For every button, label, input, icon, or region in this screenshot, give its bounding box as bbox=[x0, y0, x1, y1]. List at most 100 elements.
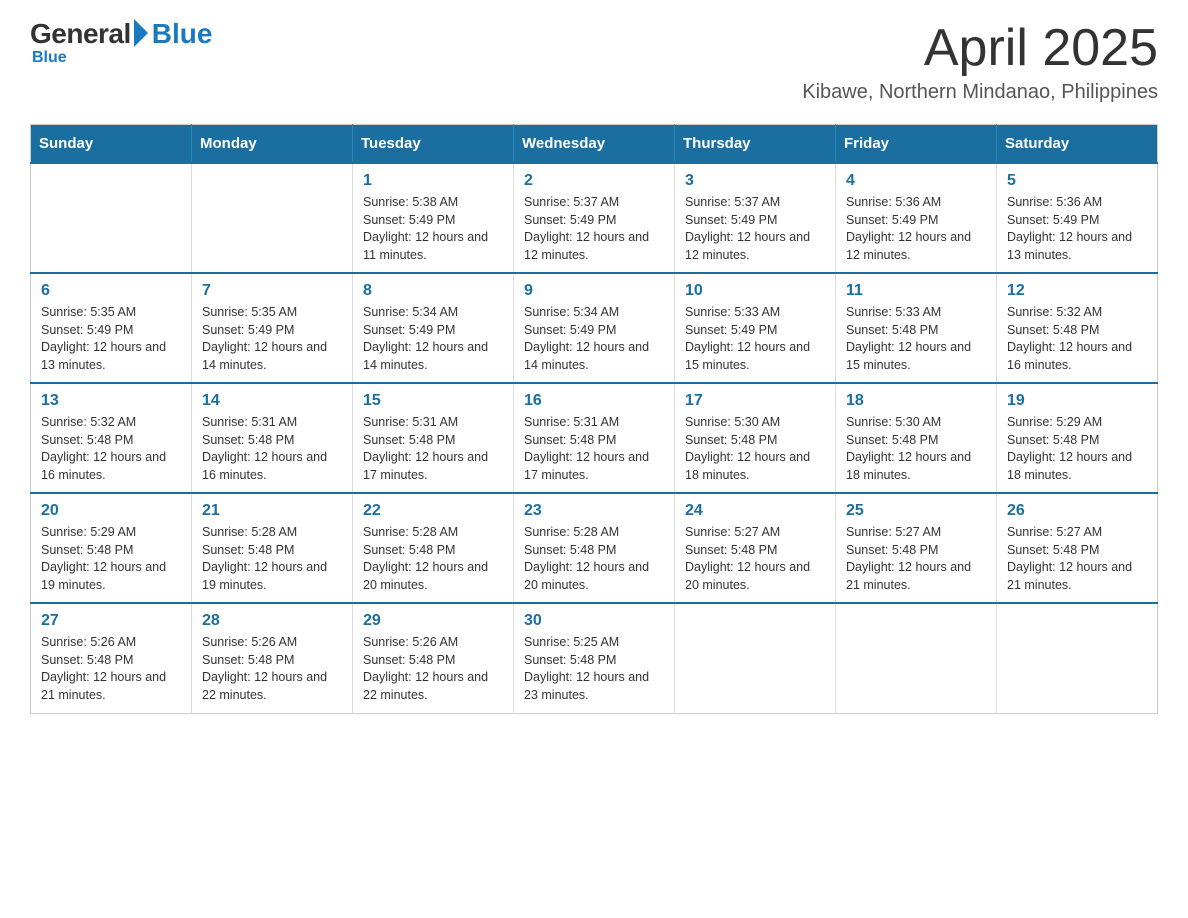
calendar-cell: 24Sunrise: 5:27 AMSunset: 5:48 PMDayligh… bbox=[675, 493, 836, 603]
day-number: 25 bbox=[846, 502, 986, 520]
calendar-header-tuesday: Tuesday bbox=[353, 125, 514, 164]
day-info: Sunrise: 5:38 AMSunset: 5:49 PMDaylight:… bbox=[363, 194, 503, 264]
calendar-cell: 22Sunrise: 5:28 AMSunset: 5:48 PMDayligh… bbox=[353, 493, 514, 603]
day-number: 8 bbox=[363, 282, 503, 300]
calendar-cell: 28Sunrise: 5:26 AMSunset: 5:48 PMDayligh… bbox=[192, 603, 353, 713]
calendar-header-monday: Monday bbox=[192, 125, 353, 164]
day-info: Sunrise: 5:32 AMSunset: 5:48 PMDaylight:… bbox=[1007, 304, 1147, 374]
calendar-cell: 8Sunrise: 5:34 AMSunset: 5:49 PMDaylight… bbox=[353, 273, 514, 383]
day-number: 7 bbox=[202, 282, 342, 300]
calendar-header-thursday: Thursday bbox=[675, 125, 836, 164]
day-info: Sunrise: 5:26 AMSunset: 5:48 PMDaylight:… bbox=[202, 634, 342, 704]
day-info: Sunrise: 5:30 AMSunset: 5:48 PMDaylight:… bbox=[846, 414, 986, 484]
calendar-cell bbox=[31, 163, 192, 273]
day-number: 1 bbox=[363, 172, 503, 190]
day-info: Sunrise: 5:26 AMSunset: 5:48 PMDaylight:… bbox=[363, 634, 503, 704]
day-number: 26 bbox=[1007, 502, 1147, 520]
calendar-cell: 4 Sunrise: 5:36 AMSunset: 5:49 PMDaylight… bbox=[836, 163, 997, 273]
calendar-cell: 16Sunrise: 5:31 AMSunset: 5:48 PMDayligh… bbox=[514, 383, 675, 493]
day-info: Sunrise: 5:27 AMSunset: 5:48 PMDaylight:… bbox=[1007, 524, 1147, 594]
calendar-cell: 25 Sunrise: 5:27 AMSunset: 5:48 PMDayligh… bbox=[836, 493, 997, 603]
day-info: Sunrise: 5:37 AMSunset: 5:49 PMDaylight:… bbox=[524, 194, 664, 264]
day-info: Sunrise: 5:30 AMSunset: 5:48 PMDaylight:… bbox=[685, 414, 825, 484]
day-number: 13 bbox=[41, 392, 181, 410]
day-info: Sunrise: 5:32 AMSunset: 5:48 PMDaylight:… bbox=[41, 414, 181, 484]
day-number: 12 bbox=[1007, 282, 1147, 300]
day-number: 30 bbox=[524, 612, 664, 630]
calendar-cell: 17Sunrise: 5:30 AMSunset: 5:48 PMDayligh… bbox=[675, 383, 836, 493]
calendar-cell: 13 Sunrise: 5:32 AMSunset: 5:48 PMDayligh… bbox=[31, 383, 192, 493]
day-info: Sunrise: 5:27 AMSunset: 5:48 PMDaylight:… bbox=[685, 524, 825, 594]
day-info: Sunrise: 5:31 AMSunset: 5:48 PMDaylight:… bbox=[202, 414, 342, 484]
calendar-cell: 29 Sunrise: 5:26 AMSunset: 5:48 PMDayligh… bbox=[353, 603, 514, 713]
calendar-cell: 23 Sunrise: 5:28 AMSunset: 5:48 PMDayligh… bbox=[514, 493, 675, 603]
day-info: Sunrise: 5:33 AMSunset: 5:49 PMDaylight:… bbox=[685, 304, 825, 374]
day-info: Sunrise: 5:28 AMSunset: 5:48 PMDaylight:… bbox=[524, 524, 664, 594]
logo-general-text: General bbox=[30, 20, 131, 48]
day-number: 10 bbox=[685, 282, 825, 300]
calendar-table: SundayMondayTuesdayWednesdayThursdayFrid… bbox=[30, 124, 1158, 714]
calendar-cell: 14 Sunrise: 5:31 AMSunset: 5:48 PMDayligh… bbox=[192, 383, 353, 493]
calendar-cell bbox=[192, 163, 353, 273]
day-info: Sunrise: 5:35 AMSunset: 5:49 PMDaylight:… bbox=[202, 304, 342, 374]
calendar-cell: 30 Sunrise: 5:25 AMSunset: 5:48 PMDayligh… bbox=[514, 603, 675, 713]
day-info: Sunrise: 5:33 AMSunset: 5:48 PMDaylight:… bbox=[846, 304, 986, 374]
calendar-cell bbox=[836, 603, 997, 713]
calendar-cell: 11Sunrise: 5:33 AMSunset: 5:48 PMDayligh… bbox=[836, 273, 997, 383]
calendar-week-row: 6 Sunrise: 5:35 AMSunset: 5:49 PMDaylight… bbox=[31, 273, 1158, 383]
day-number: 9 bbox=[524, 282, 664, 300]
calendar-week-row: 13 Sunrise: 5:32 AMSunset: 5:48 PMDayligh… bbox=[31, 383, 1158, 493]
calendar-cell: 7 Sunrise: 5:35 AMSunset: 5:49 PMDaylight… bbox=[192, 273, 353, 383]
page-header: General Blue Blue April 2025 Kibawe, Nor… bbox=[30, 20, 1158, 104]
calendar-cell: 19 Sunrise: 5:29 AMSunset: 5:48 PMDayligh… bbox=[997, 383, 1158, 493]
calendar-cell: 12 Sunrise: 5:32 AMSunset: 5:48 PMDayligh… bbox=[997, 273, 1158, 383]
day-number: 14 bbox=[202, 392, 342, 410]
calendar-cell: 10 Sunrise: 5:33 AMSunset: 5:49 PMDayligh… bbox=[675, 273, 836, 383]
main-title: April 2025 bbox=[802, 20, 1158, 77]
day-info: Sunrise: 5:26 AMSunset: 5:48 PMDaylight:… bbox=[41, 634, 181, 704]
calendar-cell bbox=[997, 603, 1158, 713]
day-info: Sunrise: 5:28 AMSunset: 5:48 PMDaylight:… bbox=[202, 524, 342, 594]
day-number: 22 bbox=[363, 502, 503, 520]
day-info: Sunrise: 5:36 AMSunset: 5:49 PMDaylight:… bbox=[846, 194, 986, 264]
day-number: 29 bbox=[363, 612, 503, 630]
calendar-cell: 20 Sunrise: 5:29 AMSunset: 5:48 PMDayligh… bbox=[31, 493, 192, 603]
day-info: Sunrise: 5:25 AMSunset: 5:48 PMDaylight:… bbox=[524, 634, 664, 704]
calendar-header-sunday: Sunday bbox=[31, 125, 192, 164]
day-info: Sunrise: 5:29 AMSunset: 5:48 PMDaylight:… bbox=[41, 524, 181, 594]
calendar-week-row: 20 Sunrise: 5:29 AMSunset: 5:48 PMDayligh… bbox=[31, 493, 1158, 603]
calendar-cell: 27 Sunrise: 5:26 AMSunset: 5:48 PMDayligh… bbox=[31, 603, 192, 713]
calendar-cell: 21 Sunrise: 5:28 AMSunset: 5:48 PMDayligh… bbox=[192, 493, 353, 603]
day-number: 6 bbox=[41, 282, 181, 300]
day-number: 27 bbox=[41, 612, 181, 630]
day-number: 21 bbox=[202, 502, 342, 520]
day-number: 4 bbox=[846, 172, 986, 190]
calendar-cell: 5 Sunrise: 5:36 AMSunset: 5:49 PMDaylight… bbox=[997, 163, 1158, 273]
logo-underline: Blue bbox=[30, 50, 212, 66]
day-number: 3 bbox=[685, 172, 825, 190]
calendar-cell bbox=[675, 603, 836, 713]
calendar-cell: 6 Sunrise: 5:35 AMSunset: 5:49 PMDaylight… bbox=[31, 273, 192, 383]
calendar-cell: 2 Sunrise: 5:37 AMSunset: 5:49 PMDaylight… bbox=[514, 163, 675, 273]
day-info: Sunrise: 5:37 AMSunset: 5:49 PMDaylight:… bbox=[685, 194, 825, 264]
day-number: 19 bbox=[1007, 392, 1147, 410]
day-info: Sunrise: 5:36 AMSunset: 5:49 PMDaylight:… bbox=[1007, 194, 1147, 264]
day-info: Sunrise: 5:31 AMSunset: 5:48 PMDaylight:… bbox=[363, 414, 503, 484]
day-number: 20 bbox=[41, 502, 181, 520]
day-info: Sunrise: 5:29 AMSunset: 5:48 PMDaylight:… bbox=[1007, 414, 1147, 484]
day-number: 23 bbox=[524, 502, 664, 520]
calendar-header-saturday: Saturday bbox=[997, 125, 1158, 164]
calendar-week-row: 1 Sunrise: 5:38 AMSunset: 5:49 PMDaylight… bbox=[31, 163, 1158, 273]
calendar-cell: 1 Sunrise: 5:38 AMSunset: 5:49 PMDaylight… bbox=[353, 163, 514, 273]
calendar-header-wednesday: Wednesday bbox=[514, 125, 675, 164]
calendar-cell: 15Sunrise: 5:31 AMSunset: 5:48 PMDayligh… bbox=[353, 383, 514, 493]
day-number: 5 bbox=[1007, 172, 1147, 190]
calendar-week-row: 27 Sunrise: 5:26 AMSunset: 5:48 PMDayligh… bbox=[31, 603, 1158, 713]
day-number: 2 bbox=[524, 172, 664, 190]
logo-triangle-icon bbox=[134, 19, 148, 47]
calendar-cell: 18Sunrise: 5:30 AMSunset: 5:48 PMDayligh… bbox=[836, 383, 997, 493]
calendar-header-row: SundayMondayTuesdayWednesdayThursdayFrid… bbox=[31, 125, 1158, 164]
day-info: Sunrise: 5:27 AMSunset: 5:48 PMDaylight:… bbox=[846, 524, 986, 594]
day-number: 16 bbox=[524, 392, 664, 410]
day-info: Sunrise: 5:35 AMSunset: 5:49 PMDaylight:… bbox=[41, 304, 181, 374]
